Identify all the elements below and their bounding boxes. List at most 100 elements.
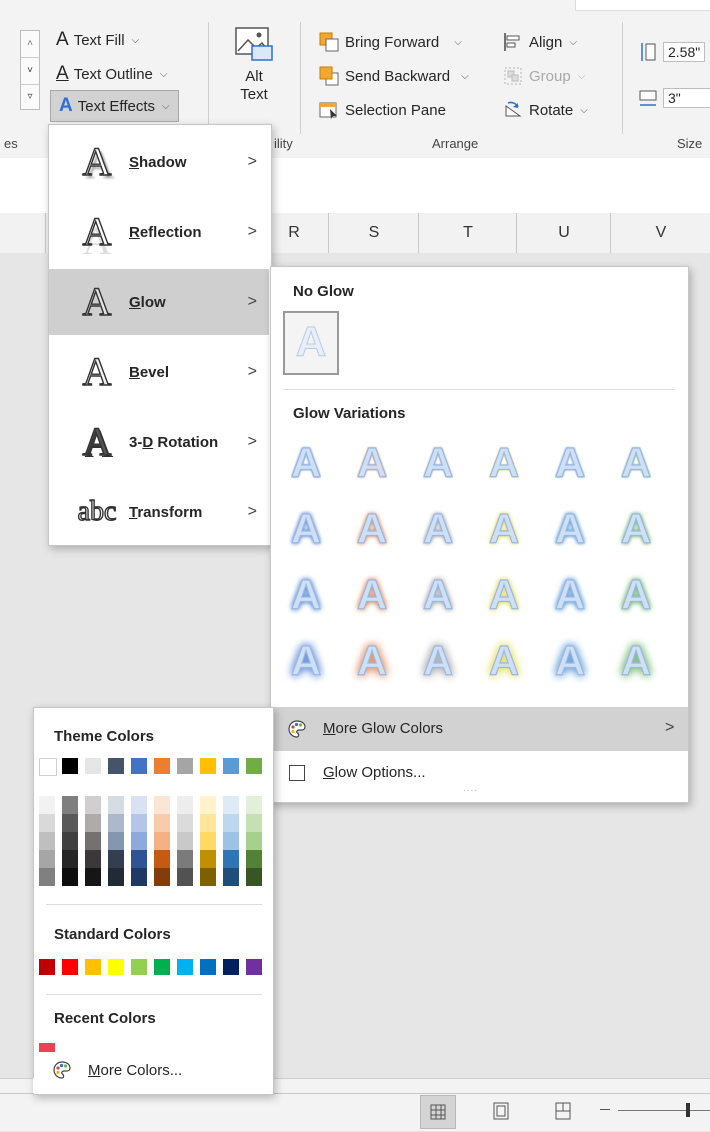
- text-outline-button[interactable]: A Text Outline ⌵: [56, 62, 168, 86]
- theme-color-swatch[interactable]: [200, 758, 216, 774]
- theme-color-swatch[interactable]: [85, 758, 101, 774]
- theme-shade-swatch[interactable]: [62, 796, 78, 814]
- theme-shade-swatch[interactable]: [177, 814, 193, 832]
- text-effects-button[interactable]: A Text Effects ⌵: [50, 90, 179, 122]
- theme-shade-swatch[interactable]: [223, 796, 239, 814]
- theme-shade-swatch[interactable]: [85, 832, 101, 850]
- glow-variation-option[interactable]: A: [283, 437, 329, 489]
- alt-text-button[interactable]: Alt Text: [222, 24, 286, 104]
- shape-height-input[interactable]: 2.58": [663, 42, 706, 62]
- glow-variation-option[interactable]: A: [547, 437, 593, 489]
- text-fill-button[interactable]: A Text Fill ⌵: [56, 28, 139, 52]
- theme-shade-swatch[interactable]: [108, 796, 124, 814]
- theme-shade-swatch[interactable]: [85, 850, 101, 868]
- theme-shade-swatch[interactable]: [108, 814, 124, 832]
- menu-item-bevel[interactable]: A Bevel >: [49, 339, 269, 405]
- standard-color-swatch[interactable]: [131, 959, 147, 975]
- glow-variation-option[interactable]: A: [481, 503, 527, 555]
- column-header-s[interactable]: S: [328, 213, 419, 253]
- standard-color-swatch[interactable]: [246, 959, 262, 975]
- standard-color-swatch[interactable]: [154, 959, 170, 975]
- glow-variation-option[interactable]: A: [415, 569, 461, 621]
- theme-shade-swatch[interactable]: [39, 832, 55, 850]
- theme-color-swatch[interactable]: [108, 758, 124, 774]
- glow-variation-option[interactable]: A: [349, 569, 395, 621]
- resize-grip-icon[interactable]: ....: [463, 783, 478, 794]
- shape-width-field[interactable]: 3": [638, 86, 710, 110]
- theme-shade-swatch[interactable]: [85, 868, 101, 886]
- glow-variation-option[interactable]: A: [349, 503, 395, 555]
- theme-shade-swatch[interactable]: [200, 850, 216, 868]
- gallery-scroll[interactable]: ˄ ˅ ▿: [20, 30, 40, 110]
- theme-shade-swatch[interactable]: [108, 868, 124, 886]
- column-header-v[interactable]: V: [610, 213, 710, 253]
- theme-shade-swatch[interactable]: [62, 850, 78, 868]
- shape-width-input[interactable]: 3": [663, 88, 710, 108]
- glow-variation-option[interactable]: A: [415, 437, 461, 489]
- standard-color-swatch[interactable]: [85, 959, 101, 975]
- theme-shade-swatch[interactable]: [131, 850, 147, 868]
- theme-shade-swatch[interactable]: [223, 868, 239, 886]
- no-glow-option[interactable]: A: [283, 311, 339, 375]
- theme-shade-swatch[interactable]: [39, 814, 55, 832]
- send-backward-button[interactable]: Send Backward ⌵: [318, 64, 469, 88]
- zoom-out-icon[interactable]: [600, 1109, 610, 1110]
- glow-variation-option[interactable]: A: [283, 569, 329, 621]
- theme-color-swatch[interactable]: [154, 758, 170, 774]
- theme-shade-swatch[interactable]: [62, 814, 78, 832]
- more-glow-colors-item[interactable]: More Glow Colors >: [271, 707, 688, 751]
- glow-variation-option[interactable]: A: [415, 503, 461, 555]
- menu-item-3d-rotation[interactable]: A 3-D Rotation >: [49, 409, 269, 475]
- theme-color-swatch[interactable]: [39, 758, 57, 776]
- glow-variation-option[interactable]: A: [613, 635, 659, 687]
- glow-variation-option[interactable]: A: [547, 635, 593, 687]
- theme-color-swatch[interactable]: [246, 758, 262, 774]
- glow-variation-option[interactable]: A: [349, 635, 395, 687]
- glow-variation-option[interactable]: A: [613, 503, 659, 555]
- theme-shade-swatch[interactable]: [39, 850, 55, 868]
- selection-pane-button[interactable]: Selection Pane: [318, 98, 446, 122]
- glow-variation-option[interactable]: A: [613, 569, 659, 621]
- theme-color-swatch[interactable]: [131, 758, 147, 774]
- glow-variation-option[interactable]: A: [481, 569, 527, 621]
- gallery-down-icon[interactable]: ˅: [21, 57, 39, 84]
- theme-shade-swatch[interactable]: [39, 796, 55, 814]
- theme-shade-swatch[interactable]: [223, 832, 239, 850]
- theme-shade-swatch[interactable]: [154, 814, 170, 832]
- theme-color-swatch[interactable]: [223, 758, 239, 774]
- theme-shade-swatch[interactable]: [62, 868, 78, 886]
- column-header-u[interactable]: U: [516, 213, 611, 253]
- normal-view-button[interactable]: [420, 1095, 456, 1129]
- standard-color-swatch[interactable]: [223, 959, 239, 975]
- glow-variation-option[interactable]: A: [547, 569, 593, 621]
- theme-shade-swatch[interactable]: [200, 814, 216, 832]
- menu-item-transform[interactable]: abc Transform >: [49, 479, 269, 545]
- group-button[interactable]: Group ⌵: [502, 64, 585, 88]
- standard-color-swatch[interactable]: [62, 959, 78, 975]
- glow-variation-option[interactable]: A: [481, 437, 527, 489]
- theme-color-swatch[interactable]: [177, 758, 193, 774]
- theme-shade-swatch[interactable]: [200, 796, 216, 814]
- theme-shade-swatch[interactable]: [154, 850, 170, 868]
- page-break-view-button[interactable]: [546, 1095, 580, 1127]
- theme-shade-swatch[interactable]: [39, 868, 55, 886]
- theme-shade-swatch[interactable]: [131, 814, 147, 832]
- theme-shade-swatch[interactable]: [177, 868, 193, 886]
- standard-color-swatch[interactable]: [200, 959, 216, 975]
- zoom-slider-thumb[interactable]: [686, 1103, 690, 1117]
- glow-variation-option[interactable]: A: [547, 503, 593, 555]
- zoom-slider-track[interactable]: [618, 1110, 710, 1111]
- theme-shade-swatch[interactable]: [223, 814, 239, 832]
- shape-height-field[interactable]: 2.58": [638, 40, 706, 64]
- menu-item-glow[interactable]: A Glow >: [49, 269, 269, 335]
- page-layout-view-button[interactable]: [484, 1095, 518, 1127]
- theme-shade-swatch[interactable]: [108, 850, 124, 868]
- glow-variation-option[interactable]: A: [415, 635, 461, 687]
- theme-shade-swatch[interactable]: [246, 814, 262, 832]
- menu-item-reflection[interactable]: A Reflection >: [49, 199, 269, 265]
- theme-shade-swatch[interactable]: [177, 796, 193, 814]
- glow-options-item[interactable]: Glow Options...: [271, 753, 688, 793]
- theme-shade-swatch[interactable]: [85, 814, 101, 832]
- theme-shade-swatch[interactable]: [177, 832, 193, 850]
- theme-shade-swatch[interactable]: [200, 832, 216, 850]
